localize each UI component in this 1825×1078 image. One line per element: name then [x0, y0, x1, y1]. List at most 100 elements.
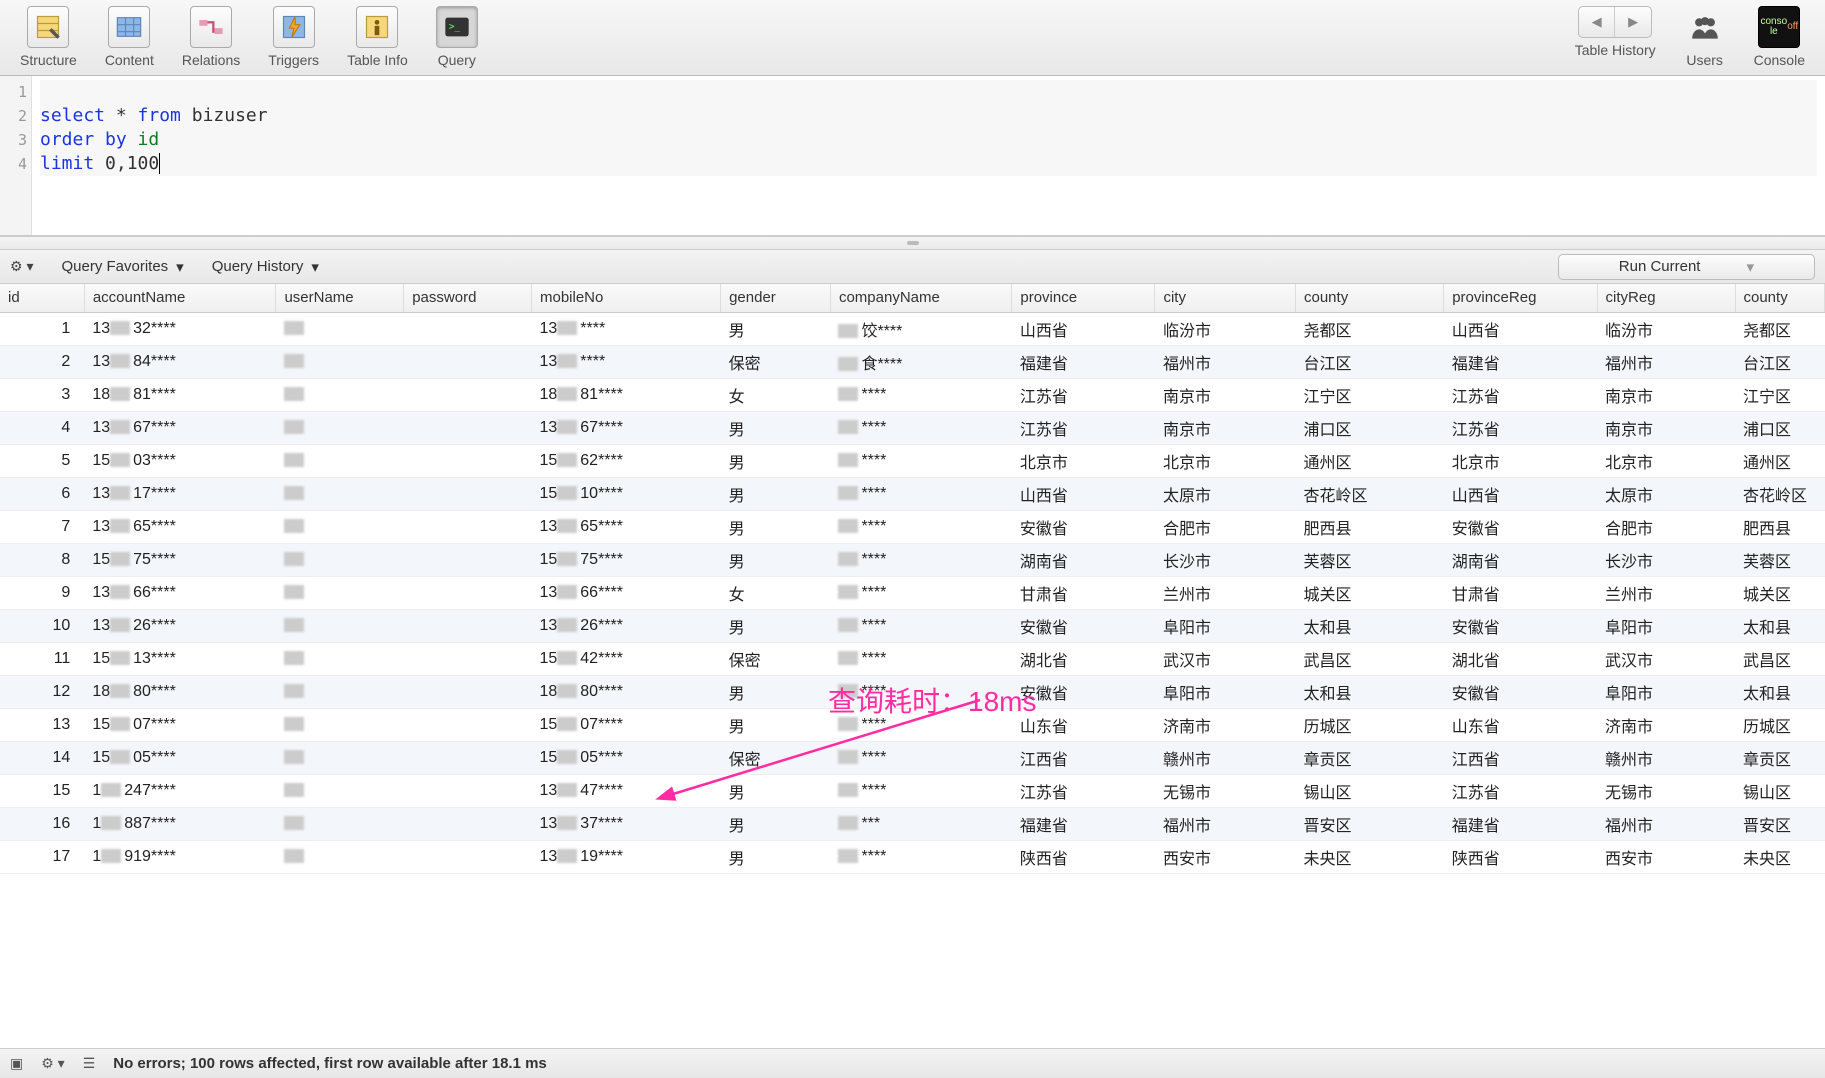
cell-pwd[interactable] — [404, 576, 532, 609]
cell-countyReg[interactable]: 晋安区 — [1735, 807, 1825, 840]
cell-mobile[interactable]: 1366**** — [531, 576, 720, 609]
cell-id[interactable]: 17 — [0, 840, 84, 873]
cell-gender[interactable]: 男 — [721, 609, 831, 642]
cell-user[interactable] — [276, 708, 404, 741]
cell-user[interactable] — [276, 774, 404, 807]
cell-county[interactable]: 武昌区 — [1296, 642, 1444, 675]
cell-city[interactable]: 太原市 — [1155, 477, 1296, 510]
cell-countyReg[interactable]: 武昌区 — [1735, 642, 1825, 675]
cell-province[interactable]: 江苏省 — [1012, 378, 1155, 411]
cell-cityReg[interactable]: 武汉市 — [1597, 642, 1735, 675]
structure-tab[interactable]: Structure — [6, 4, 91, 74]
cell-mobile[interactable]: 1505**** — [531, 741, 720, 774]
cell-provinceReg[interactable]: 湖南省 — [1444, 543, 1597, 576]
cell-provinceReg[interactable]: 山西省 — [1444, 312, 1597, 345]
cell-city[interactable]: 福州市 — [1155, 345, 1296, 378]
cell-mobile[interactable]: 1880**** — [531, 675, 720, 708]
table-row[interactable]: 151247****1347****男****江苏省无锡市锡山区江苏省无锡市锡山… — [0, 774, 1825, 807]
cell-cityReg[interactable]: 阜阳市 — [1597, 609, 1735, 642]
cell-user[interactable] — [276, 543, 404, 576]
cell-company[interactable]: **** — [830, 708, 1011, 741]
cell-company[interactable]: 饺**** — [830, 312, 1011, 345]
cell-gender[interactable]: 男 — [721, 675, 831, 708]
table-row[interactable]: 91366****1366****女****甘肃省兰州市城关区甘肃省兰州市城关区 — [0, 576, 1825, 609]
table-row[interactable]: 41367****1367****男****江苏省南京市浦口区江苏省南京市浦口区 — [0, 411, 1825, 444]
cell-city[interactable]: 西安市 — [1155, 840, 1296, 873]
cell-provinceReg[interactable]: 安徽省 — [1444, 510, 1597, 543]
history-forward-icon[interactable]: ▶ — [1615, 7, 1651, 37]
cell-gender[interactable]: 男 — [721, 774, 831, 807]
cell-acct[interactable]: 1880**** — [84, 675, 276, 708]
cell-provinceReg[interactable]: 湖北省 — [1444, 642, 1597, 675]
cell-id[interactable]: 6 — [0, 477, 84, 510]
cell-mobile[interactable]: 1510**** — [531, 477, 720, 510]
cell-cityReg[interactable]: 北京市 — [1597, 444, 1735, 477]
cell-gender[interactable]: 女 — [721, 378, 831, 411]
cell-mobile[interactable]: 1337**** — [531, 807, 720, 840]
tableinfo-tab[interactable]: Table Info — [333, 4, 422, 74]
cell-city[interactable]: 阜阳市 — [1155, 675, 1296, 708]
cell-pwd[interactable] — [404, 378, 532, 411]
cell-user[interactable] — [276, 741, 404, 774]
cell-pwd[interactable] — [404, 675, 532, 708]
cell-county[interactable]: 肥西县 — [1296, 510, 1444, 543]
table-row[interactable]: 141505****1505****保密****江西省赣州市章贡区江西省赣州市章… — [0, 741, 1825, 774]
cell-mobile[interactable]: 13**** — [531, 312, 720, 345]
table-row[interactable]: 101326****1326****男****安徽省阜阳市太和县安徽省阜阳市太和… — [0, 609, 1825, 642]
cell-gender[interactable]: 男 — [721, 543, 831, 576]
cell-gender[interactable]: 男 — [721, 444, 831, 477]
cell-id[interactable]: 7 — [0, 510, 84, 543]
cell-gender[interactable]: 男 — [721, 807, 831, 840]
cell-province[interactable]: 陕西省 — [1012, 840, 1155, 873]
cell-gender[interactable]: 男 — [721, 312, 831, 345]
cell-countyReg[interactable]: 尧都区 — [1735, 312, 1825, 345]
cell-mobile[interactable]: 1347**** — [531, 774, 720, 807]
cell-countyReg[interactable]: 江宁区 — [1735, 378, 1825, 411]
cell-province[interactable]: 山西省 — [1012, 477, 1155, 510]
cell-company[interactable]: **** — [830, 609, 1011, 642]
table-row[interactable]: 111513****1542****保密****湖北省武汉市武昌区湖北省武汉市武… — [0, 642, 1825, 675]
horizontal-splitter[interactable] — [0, 236, 1825, 250]
cell-company[interactable]: **** — [830, 675, 1011, 708]
cell-pwd[interactable] — [404, 411, 532, 444]
cell-cityReg[interactable]: 无锡市 — [1597, 774, 1735, 807]
query-history-dropdown[interactable]: Query History ▾ — [212, 258, 319, 276]
history-back-icon[interactable]: ◀ — [1579, 7, 1615, 37]
column-header-companyName[interactable]: companyName — [830, 284, 1011, 312]
cell-cityReg[interactable]: 阜阳市 — [1597, 675, 1735, 708]
cell-provinceReg[interactable]: 江西省 — [1444, 741, 1597, 774]
cell-acct[interactable]: 1881**** — [84, 378, 276, 411]
expand-panel-icon[interactable]: ▣ — [10, 1055, 23, 1072]
cell-mobile[interactable]: 1507**** — [531, 708, 720, 741]
cell-user[interactable] — [276, 378, 404, 411]
cell-county[interactable]: 台江区 — [1296, 345, 1444, 378]
triggers-tab[interactable]: Triggers — [254, 4, 333, 74]
query-tab[interactable]: >_Query — [422, 4, 492, 74]
table-row[interactable]: 61317****1510****男****山西省太原市杏花岭区山西省太原市杏花… — [0, 477, 1825, 510]
column-header-county[interactable]: county — [1735, 284, 1825, 312]
cell-province[interactable]: 安徽省 — [1012, 510, 1155, 543]
cell-countyReg[interactable]: 历城区 — [1735, 708, 1825, 741]
sql-editor[interactable]: 1234 select * from bizuser order by id l… — [0, 76, 1825, 236]
table-row[interactable]: 131507****1507****男****山东省济南市历城区山东省济南市历城… — [0, 708, 1825, 741]
cell-company[interactable]: **** — [830, 411, 1011, 444]
table-row[interactable]: 171919****1319****男****陕西省西安市未央区陕西省西安市未央… — [0, 840, 1825, 873]
cell-county[interactable]: 太和县 — [1296, 609, 1444, 642]
cell-provinceReg[interactable]: 江苏省 — [1444, 774, 1597, 807]
cell-city[interactable]: 临汾市 — [1155, 312, 1296, 345]
cell-gender[interactable]: 女 — [721, 576, 831, 609]
cell-provinceReg[interactable]: 北京市 — [1444, 444, 1597, 477]
column-header-userName[interactable]: userName — [276, 284, 404, 312]
column-header-accountName[interactable]: accountName — [84, 284, 276, 312]
column-header-cityReg[interactable]: cityReg — [1597, 284, 1735, 312]
cell-pwd[interactable] — [404, 807, 532, 840]
cell-pwd[interactable] — [404, 609, 532, 642]
cell-provinceReg[interactable]: 安徽省 — [1444, 609, 1597, 642]
column-header-provinceReg[interactable]: provinceReg — [1444, 284, 1597, 312]
cell-county[interactable]: 芙蓉区 — [1296, 543, 1444, 576]
cell-id[interactable]: 10 — [0, 609, 84, 642]
cell-company[interactable]: **** — [830, 444, 1011, 477]
table-history-button[interactable]: ◀▶Table History — [1561, 4, 1670, 64]
cell-company[interactable]: **** — [830, 378, 1011, 411]
cell-id[interactable]: 14 — [0, 741, 84, 774]
